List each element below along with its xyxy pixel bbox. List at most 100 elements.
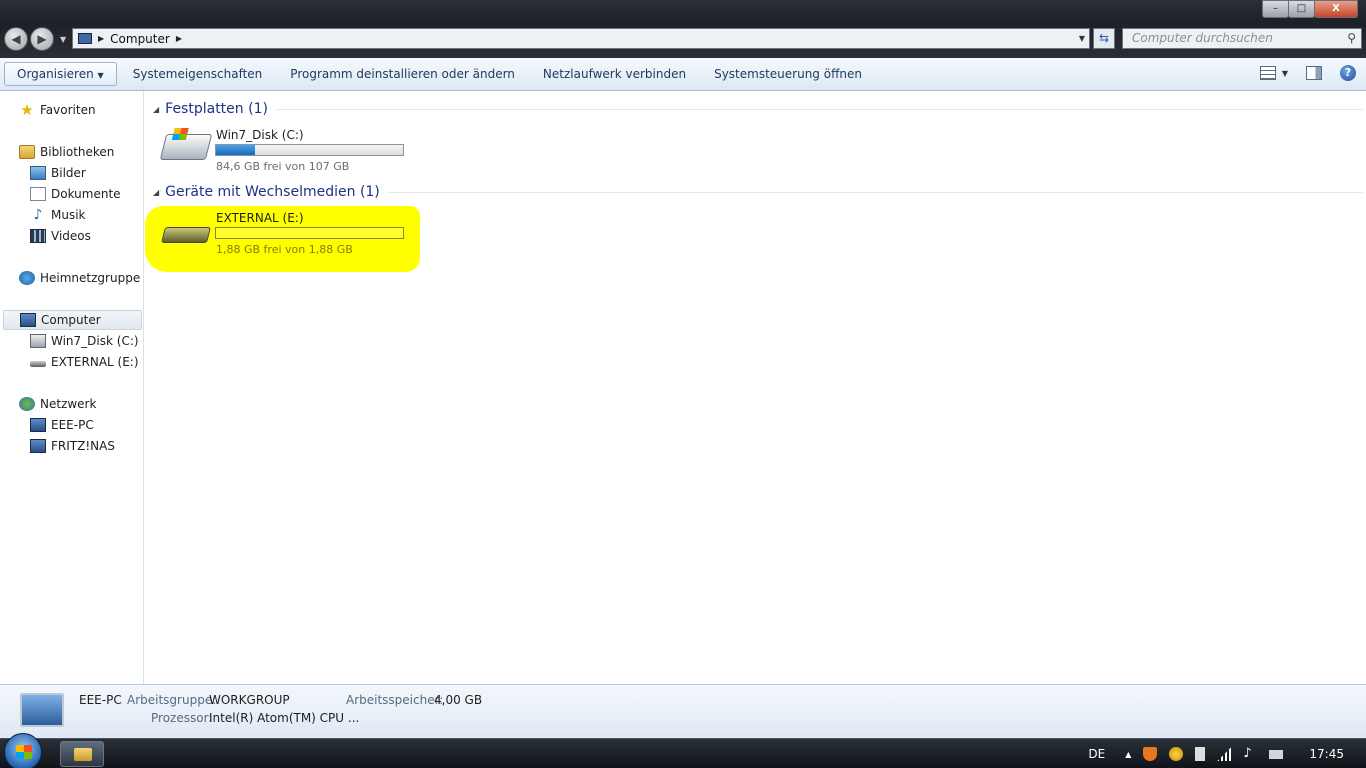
drive-name: EXTERNAL (E:) (216, 211, 304, 225)
forward-arrow-icon: ▶ (37, 32, 47, 46)
computer-icon (20, 313, 36, 327)
document-icon (30, 187, 46, 201)
pc-name: EEE-PC (79, 693, 122, 707)
nav-documents[interactable]: Dokumente (30, 184, 121, 204)
organize-button[interactable]: Organisieren ▼ (4, 62, 117, 86)
address-bar[interactable]: ▶ Computer ▶ ▼ (72, 28, 1090, 49)
nav-label: Computer (41, 313, 101, 327)
address-dropdown-icon[interactable]: ▼ (1079, 34, 1085, 43)
nav-music[interactable]: ♪ Musik (30, 205, 86, 225)
drive-free-space: 1,88 GB frei von 1,88 GB (216, 243, 353, 256)
nav-favorites[interactable]: ★ Favoriten (19, 100, 96, 120)
nav-label: EXTERNAL (E:) (51, 355, 139, 369)
pictures-icon (30, 166, 46, 180)
drive-usage-fill (216, 145, 256, 155)
back-arrow-icon: ◀ (11, 32, 21, 46)
star-icon: ★ (20, 101, 34, 119)
message-icon[interactable] (1269, 749, 1284, 759)
nav-computer[interactable]: Computer (3, 310, 142, 330)
open-control-panel-button[interactable]: Systemsteuerung öffnen (700, 62, 876, 86)
group-divider (387, 191, 1363, 193)
nav-pictures[interactable]: Bilder (30, 163, 86, 183)
nav-label: Videos (51, 229, 91, 243)
music-icon: ♪ (33, 207, 43, 223)
refresh-button[interactable]: ⇆ (1093, 28, 1115, 49)
safely-remove-hardware-icon[interactable] (1195, 747, 1206, 761)
collapse-triangle-icon[interactable]: ◢ (153, 188, 159, 197)
show-hidden-icons-icon[interactable]: ▲ (1125, 750, 1131, 759)
search-icon[interactable]: ⚲ (1347, 31, 1356, 45)
clock[interactable]: 17:45 (1309, 747, 1344, 761)
language-indicator[interactable]: DE (1088, 747, 1105, 761)
video-icon (30, 229, 46, 243)
nav-label: Favoriten (40, 103, 96, 117)
nav-drive-c[interactable]: Win7_Disk (C:) (30, 331, 139, 351)
breadcrumb-separator-icon[interactable]: ▶ (98, 34, 104, 43)
maximize-button[interactable]: □ (1288, 0, 1315, 18)
volume-icon[interactable]: ♪ (1243, 747, 1257, 761)
drive-free-space: 84,6 GB frei von 107 GB (216, 160, 350, 173)
nav-label: Netzwerk (40, 397, 97, 411)
details-pane: EEE-PC Arbeitsgruppe: WORKGROUP Arbeitss… (0, 684, 1366, 738)
memory-value: 4,00 GB (434, 693, 483, 707)
nav-fritz-nas[interactable]: FRITZ!NAS (30, 436, 115, 456)
hard-disk-icon (30, 334, 46, 348)
content-pane: ◢ Festplatten (1) Win7_Disk (C:) 84,6 GB… (145, 91, 1366, 684)
group-divider (275, 108, 1363, 110)
group-header-removable[interactable]: ◢ Geräte mit Wechselmedien (1) (153, 184, 1363, 200)
computer-icon (30, 439, 46, 453)
nav-videos[interactable]: Videos (30, 226, 91, 246)
search-placeholder: Computer durchsuchen (1132, 31, 1273, 45)
collapse-triangle-icon[interactable]: ◢ (153, 105, 159, 114)
security-shield-icon[interactable] (1143, 747, 1158, 761)
forward-button[interactable]: ▶ (30, 27, 54, 51)
map-network-drive-button[interactable]: Netzlaufwerk verbinden (529, 62, 700, 86)
search-input[interactable]: Computer durchsuchen ⚲ (1122, 28, 1362, 49)
nav-label: Musik (51, 208, 86, 222)
computer-icon (20, 693, 64, 727)
hard-disk-icon (159, 134, 213, 160)
help-icon[interactable]: ? (1340, 65, 1356, 81)
nav-network[interactable]: Netzwerk (19, 394, 96, 414)
nav-drive-e[interactable]: EXTERNAL (E:) (30, 352, 139, 372)
tray-app-icon[interactable] (1169, 747, 1184, 761)
title-bar: – □ X ◀ ▶ ▼ ▶ Computer ▶ ▼ ⇆ Computer du… (0, 0, 1366, 58)
uninstall-program-button[interactable]: Programm deinstallieren oder ändern (276, 62, 529, 86)
computer-icon (30, 418, 46, 432)
network-icon (19, 397, 35, 411)
navigation-pane: ★ Favoriten Bibliotheken Bilder Dokumente… (0, 91, 144, 684)
cpu-value: Intel(R) Atom(TM) CPU ... (209, 711, 360, 725)
workgroup-value: WORKGROUP (209, 693, 290, 707)
drive-tile-c[interactable]: Win7_Disk (C:) 84,6 GB frei von 107 GB (159, 122, 421, 173)
change-view-icon[interactable] (1259, 66, 1276, 80)
wifi-signal-icon[interactable] (1217, 747, 1232, 761)
nav-libraries[interactable]: Bibliotheken (19, 142, 114, 162)
drive-usage-bar (215, 144, 404, 156)
taskbar: DE ▲ ♪ 17:45 (0, 733, 1366, 768)
window-controls: – □ X (1262, 0, 1358, 18)
nav-eee-pc[interactable]: EEE-PC (30, 415, 94, 435)
minimize-button[interactable]: – (1262, 0, 1289, 18)
system-properties-button[interactable]: Systemeigenschaften (119, 62, 277, 86)
start-button[interactable] (4, 733, 42, 768)
drive-tile-e[interactable]: EXTERNAL (E:) 1,88 GB frei von 1,88 GB (161, 205, 421, 256)
group-header-hard-disks[interactable]: ◢ Festplatten (1) (153, 101, 1363, 117)
view-options-chevron-icon[interactable]: ▼ (1282, 69, 1288, 78)
history-dropdown-icon[interactable]: ▼ (60, 35, 66, 44)
close-button[interactable]: X (1314, 0, 1358, 18)
command-bar: Organisieren ▼ Systemeigenschaften Progr… (0, 58, 1366, 91)
back-button[interactable]: ◀ (4, 27, 28, 51)
nav-label: EEE-PC (51, 418, 94, 432)
nav-homegroup[interactable]: Heimnetzgruppe (19, 268, 140, 288)
taskbar-explorer-button[interactable] (60, 741, 104, 767)
breadcrumb-computer[interactable]: Computer (110, 32, 170, 46)
chevron-down-icon: ▼ (97, 71, 104, 80)
removable-drive-icon (30, 361, 46, 367)
group-title: Festplatten (1) (165, 101, 268, 117)
nav-label: Win7_Disk (C:) (51, 334, 139, 348)
preview-pane-icon[interactable] (1306, 66, 1322, 80)
memory-label: Arbeitsspeicher: (346, 693, 444, 707)
workgroup-label: Arbeitsgruppe: (127, 693, 217, 707)
system-tray: DE ▲ ♪ 17:45 (1088, 739, 1366, 768)
breadcrumb-separator-icon[interactable]: ▶ (176, 34, 182, 43)
